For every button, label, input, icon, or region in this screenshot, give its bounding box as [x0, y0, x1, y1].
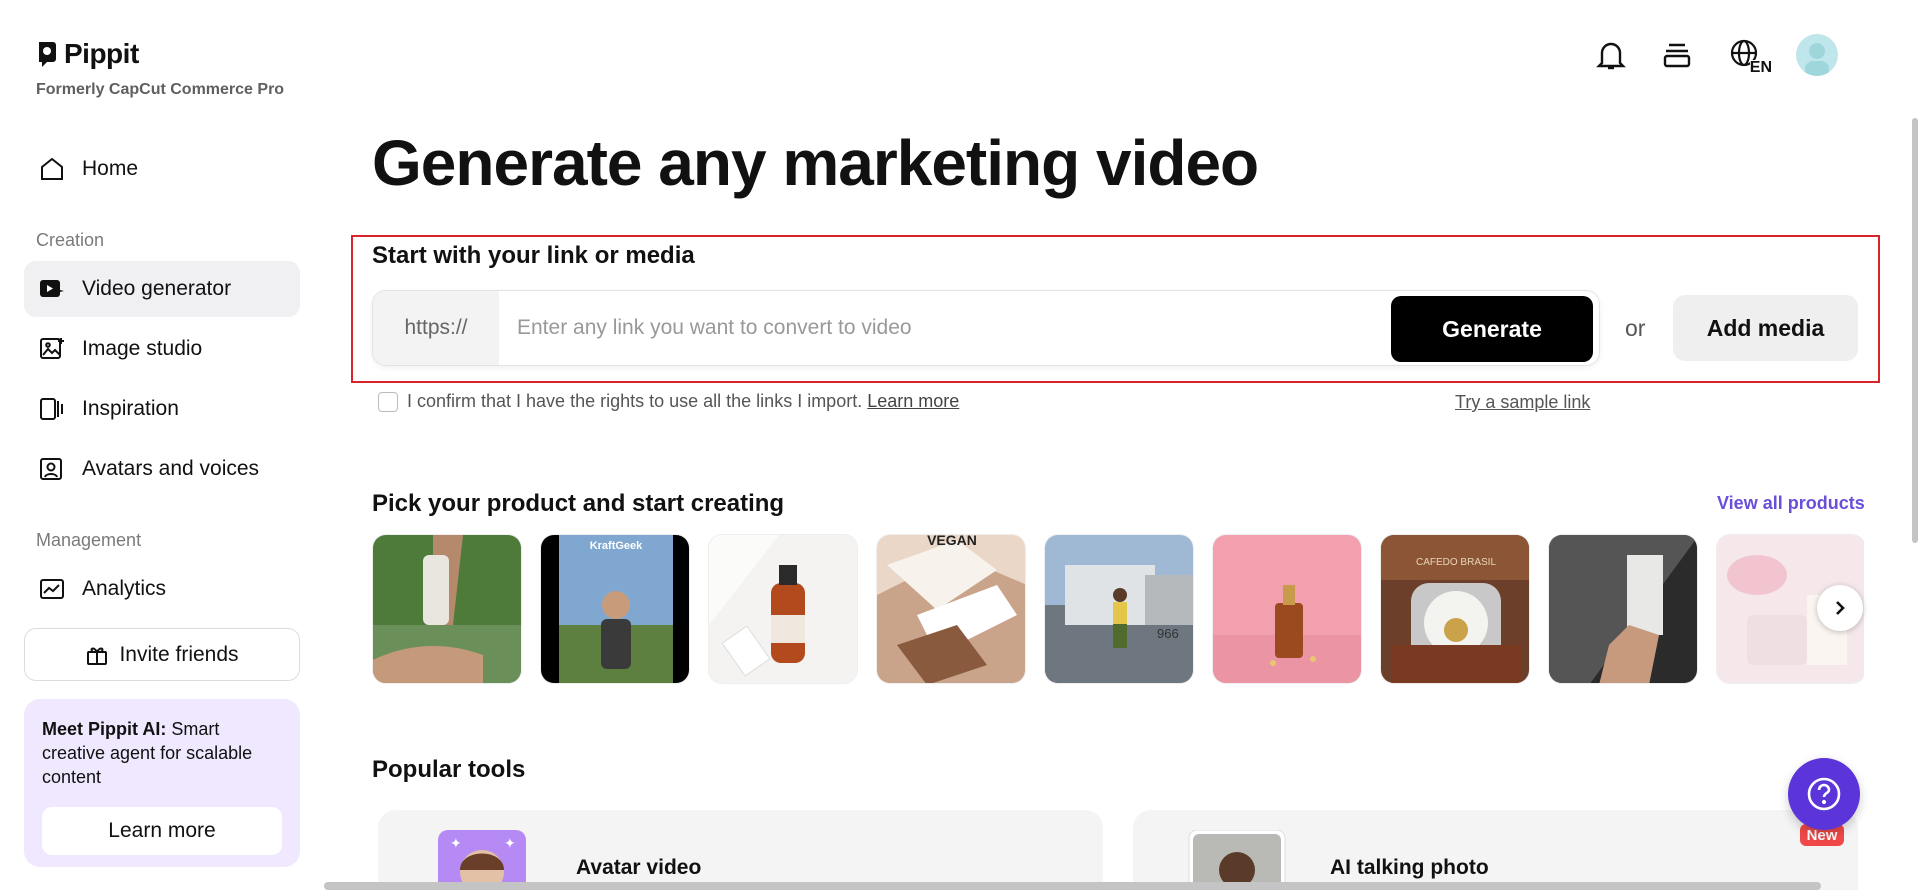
sidebar-item-video-generator[interactable]: Video generator: [24, 261, 300, 317]
learn-more-button[interactable]: Learn more: [42, 807, 282, 855]
inspiration-icon: [38, 395, 66, 423]
tool-card-avatar-video[interactable]: ✦ ✦: [378, 810, 1103, 890]
svg-text:✦: ✦: [504, 836, 516, 852]
sidebar-item-label: Image studio: [82, 337, 203, 360]
header-actions: EN: [1592, 34, 1838, 76]
start-with-link-label: Start with your link or media: [372, 242, 695, 269]
language-code: EN: [1749, 59, 1772, 76]
page-title: Generate any marketing video: [372, 127, 1259, 199]
logo[interactable]: Pippit: [36, 38, 139, 70]
language-globe-icon[interactable]: EN: [1724, 36, 1772, 76]
product-thumbnail[interactable]: [1212, 534, 1362, 684]
avatar-video-thumbnail: ✦ ✦: [438, 830, 526, 890]
tool-card-ai-talking-photo[interactable]: [1133, 810, 1858, 890]
sidebar: Pippit Formerly CapCut Commerce Pro Home…: [0, 0, 320, 890]
confirm-text: I confirm that I have the rights to use …: [407, 391, 863, 411]
horizontal-scrollbar[interactable]: [324, 882, 1821, 890]
product-thumbnail[interactable]: [1548, 534, 1698, 684]
invite-friends-button[interactable]: Invite friends: [24, 628, 300, 681]
question-icon: [1807, 777, 1841, 811]
image-studio-icon: [38, 335, 66, 363]
sidebar-item-avatars-and-voices[interactable]: Avatars and voices: [24, 441, 300, 497]
sidebar-item-label: Video generator: [82, 277, 232, 300]
product-thumbnail[interactable]: VEGAN: [876, 534, 1026, 684]
invite-friends-label: Invite friends: [119, 642, 239, 666]
product-thumbnail[interactable]: KraftGeek: [540, 534, 690, 684]
url-field: https:// Generate: [372, 290, 1600, 366]
bell-icon[interactable]: [1592, 36, 1630, 74]
brand-name: Pippit: [64, 38, 139, 69]
view-all-products-link[interactable]: View all products: [1717, 493, 1865, 514]
thumbnail-brand-text: CAFEDO BRASIL: [1416, 557, 1496, 568]
analytics-icon: [38, 575, 66, 603]
ai-talking-photo-thumbnail: [1188, 830, 1286, 890]
thumbnail-brand-text: VEGAN: [927, 535, 977, 548]
user-avatar[interactable]: [1796, 34, 1838, 76]
product-thumbnail[interactable]: [372, 534, 522, 684]
help-button[interactable]: [1788, 758, 1860, 830]
try-sample-link[interactable]: Try a sample link: [1455, 392, 1590, 413]
sidebar-item-label: Home: [82, 157, 139, 180]
url-prefix: https://: [373, 291, 499, 365]
video-generator-icon: [38, 275, 66, 303]
rights-checkbox[interactable]: [378, 391, 398, 412]
pippit-logo-icon: [39, 42, 56, 67]
avatar-icon: [38, 455, 66, 483]
gift-icon: [87, 647, 108, 665]
chevron-right-icon: [1836, 601, 1845, 615]
sidebar-item-inspiration[interactable]: Inspiration: [24, 381, 300, 437]
sidebar-item-image-studio[interactable]: Image studio: [24, 321, 300, 377]
promo-title: Meet Pippit AI:: [42, 719, 167, 739]
popular-tools-title: Popular tools: [372, 756, 526, 783]
product-carousel: KraftGeek VEGAN 966 CAFEDO BRASIL: [372, 534, 1864, 684]
product-thumbnail[interactable]: CAFEDO BRASIL: [1380, 534, 1530, 684]
learn-more-link[interactable]: Learn more: [867, 391, 959, 411]
thumbnail-brand-text: 966: [1157, 626, 1179, 641]
product-thumbnail[interactable]: [708, 534, 858, 684]
subscription-icon[interactable]: [1658, 36, 1696, 74]
sidebar-item-label: Inspiration: [82, 397, 179, 420]
carousel-next-button[interactable]: [1817, 585, 1863, 631]
section-label-management: Management: [36, 530, 142, 550]
generate-button[interactable]: Generate: [1391, 296, 1593, 362]
brand-subtitle: Formerly CapCut Commerce Pro: [36, 81, 285, 98]
section-label-creation: Creation: [36, 230, 105, 250]
sidebar-item-label: Analytics: [82, 577, 167, 600]
add-media-button[interactable]: Add media: [1673, 295, 1858, 361]
pippit-ai-promo: Meet Pippit AI: Smart creative agent for…: [24, 699, 300, 867]
sidebar-item-home[interactable]: Home: [24, 141, 300, 197]
thumbnail-brand-text: KraftGeek: [590, 540, 643, 552]
rights-confirmation: I confirm that I have the rights to use …: [378, 391, 959, 412]
promo-text: Meet Pippit AI: Smart creative agent for…: [42, 717, 282, 789]
or-separator: or: [1625, 315, 1646, 341]
sidebar-item-label: Avatars and voices: [82, 457, 260, 480]
tool-name: Avatar video: [576, 856, 702, 879]
products-section-title: Pick your product and start creating: [372, 490, 785, 517]
product-thumbnail[interactable]: 966: [1044, 534, 1194, 684]
svg-text:✦: ✦: [450, 836, 462, 852]
rights-confirmation-text: I confirm that I have the rights to use …: [407, 391, 959, 412]
link-input[interactable]: [517, 291, 1397, 365]
home-icon: [38, 155, 66, 183]
sidebar-item-analytics[interactable]: Analytics: [24, 561, 300, 617]
vertical-scrollbar[interactable]: [1912, 118, 1918, 543]
tool-name: AI talking photo: [1330, 856, 1489, 879]
